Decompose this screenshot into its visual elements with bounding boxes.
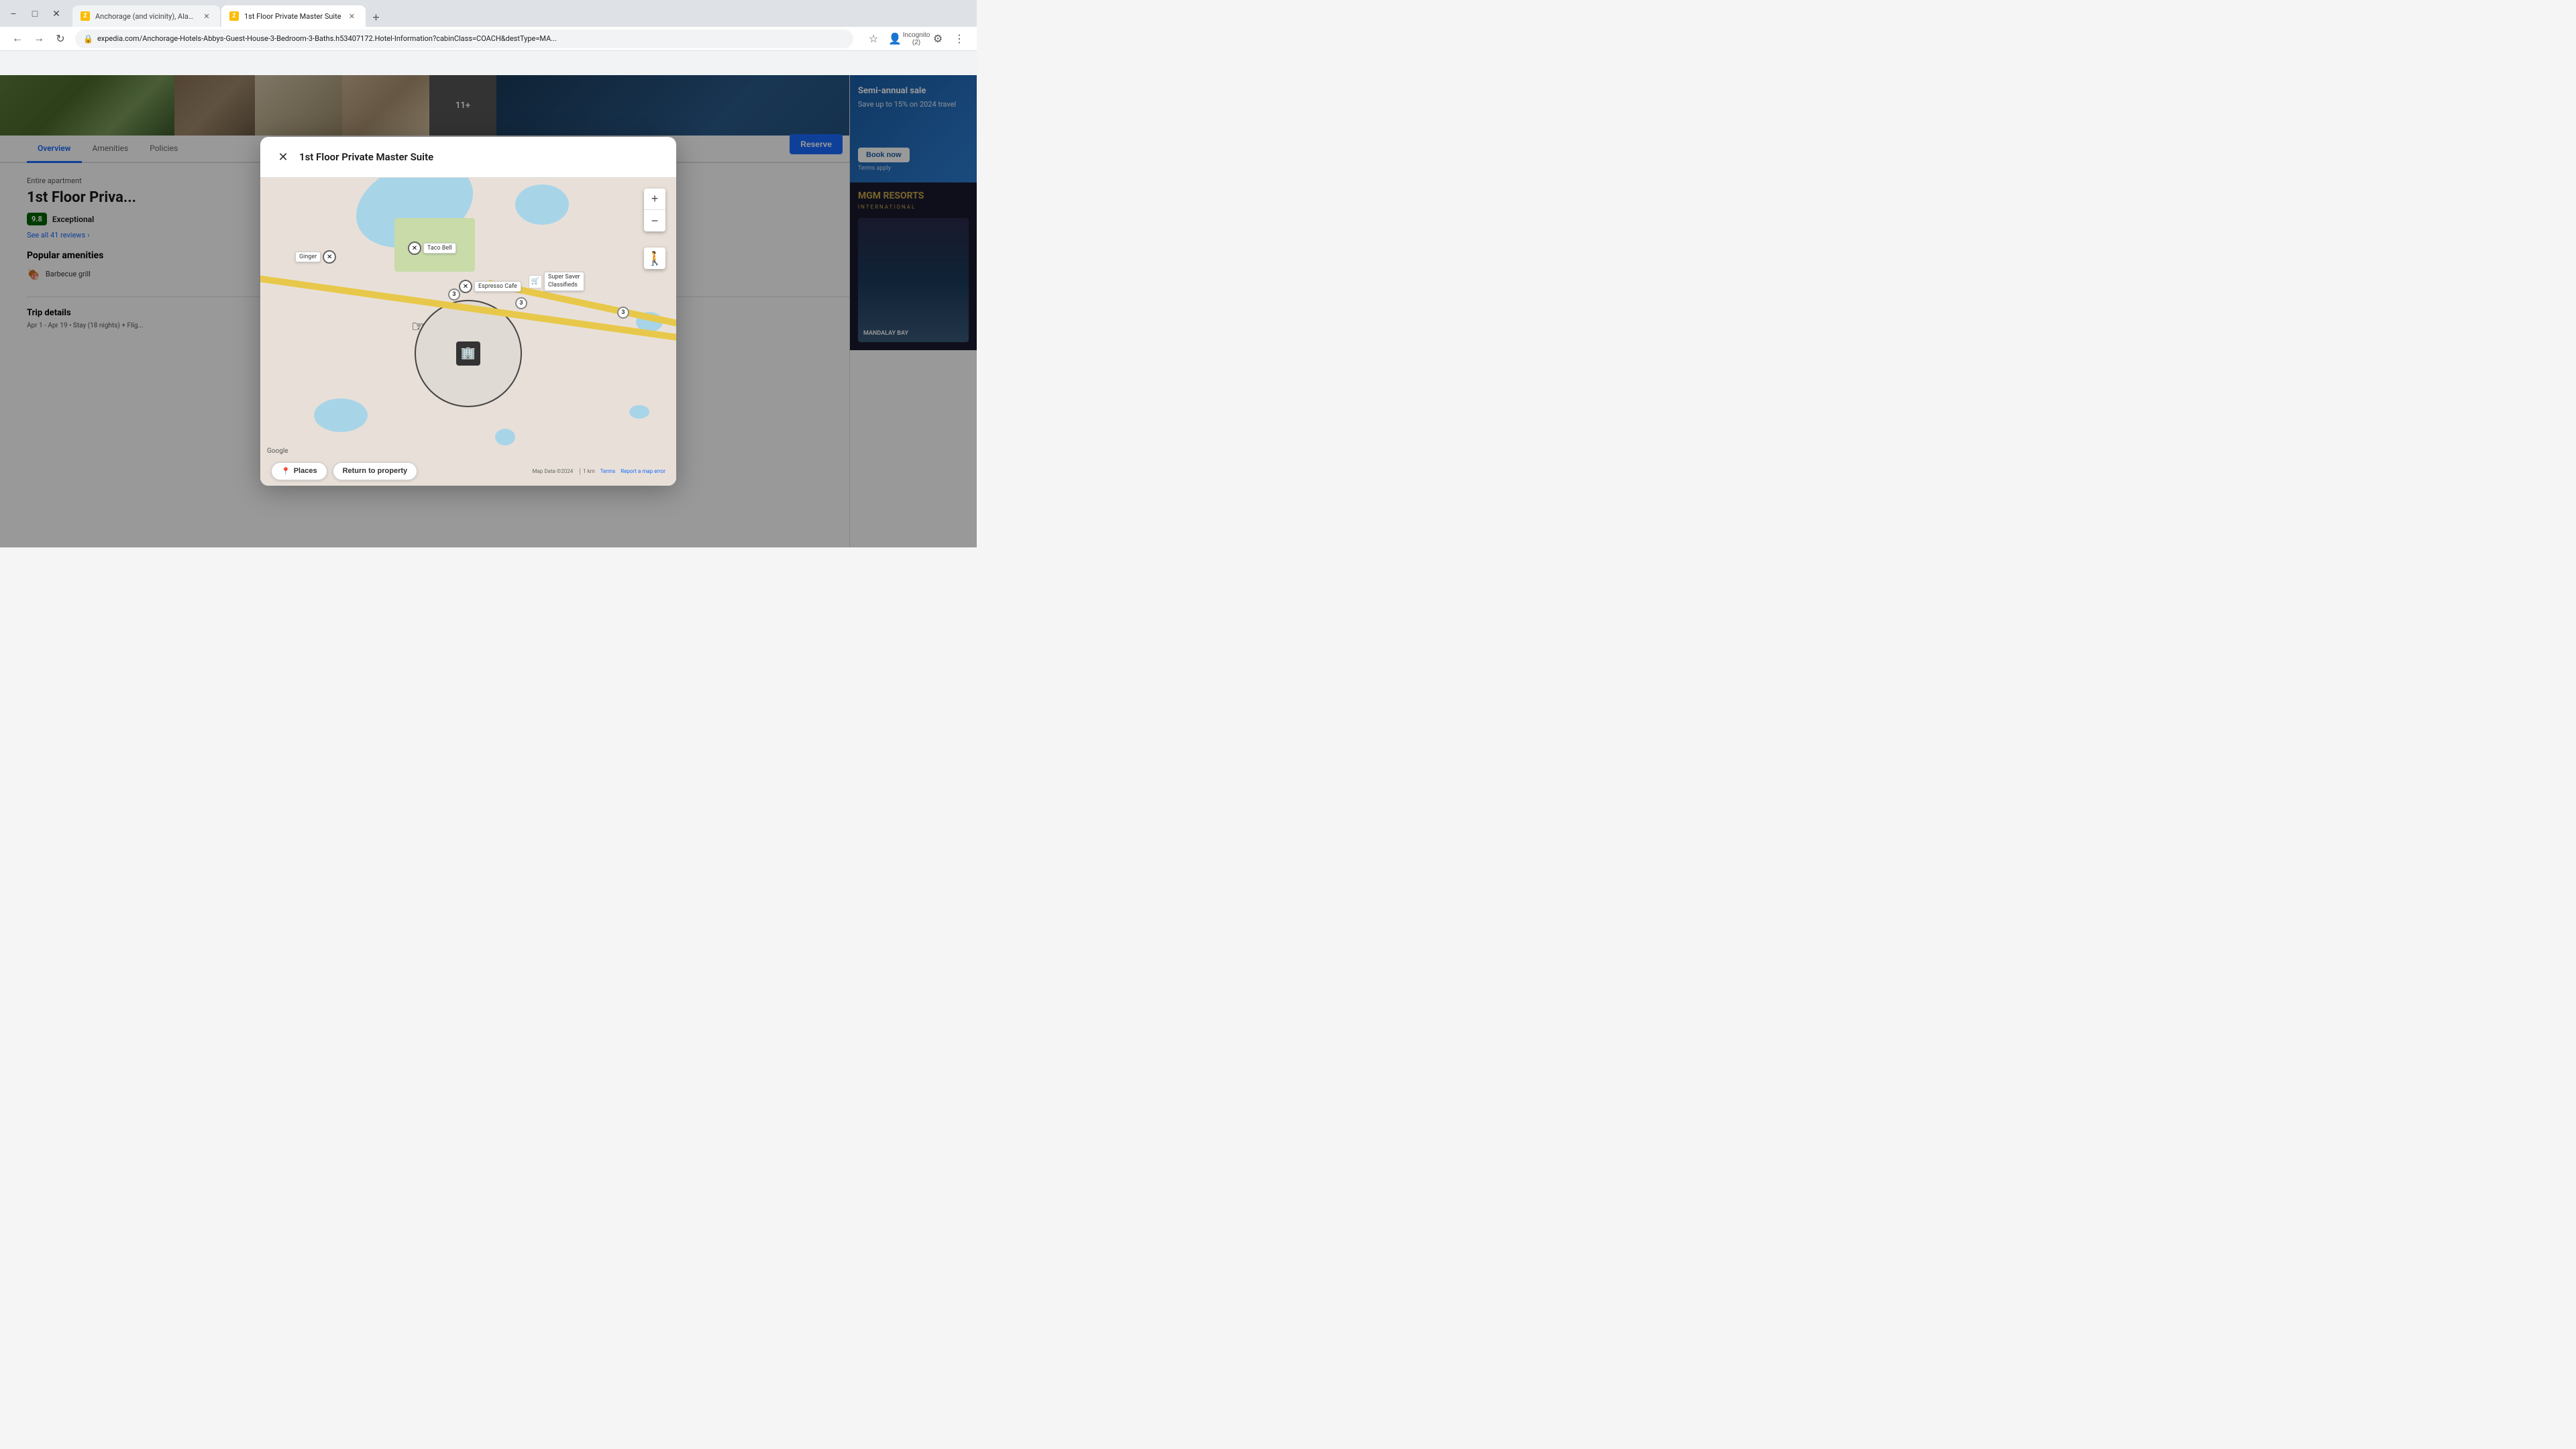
tab-label-anchorage: Anchorage (and vicinity), Alask...: [95, 12, 196, 21]
marker-ginger: Ginger ✕: [295, 250, 336, 264]
marker-super-saver-icon: 🛒: [529, 275, 542, 288]
url-text: expedia.com/Anchorage-Hotels-Abbys-Guest…: [97, 34, 845, 43]
marker-espresso-icon: ✕: [459, 280, 472, 293]
map-attribution: Map Data ©2024 │ 1 km Terms Report a map…: [533, 468, 665, 474]
modal-title: 1st Floor Private Master Suite: [299, 151, 433, 163]
map-zoom-out-button[interactable]: −: [644, 210, 665, 231]
water-area-4: [314, 398, 368, 432]
map-footer: 📍 Places Return to property Map Data ©20…: [260, 456, 676, 486]
water-area-5: [495, 429, 515, 445]
menu-button[interactable]: ⋮: [950, 30, 969, 48]
map-data-label: Map Data ©2024: [533, 468, 574, 474]
marker-taco-bell-icon: ✕: [408, 241, 421, 255]
back-button[interactable]: ←: [8, 30, 27, 48]
modal-map[interactable]: 3 3 3 ✕ Taco Bell Ginger ✕ ✕ Espresso Ca…: [260, 178, 676, 486]
tabs-container: Z Anchorage (and vicinity), Alask... ✕ Z…: [72, 0, 971, 27]
marker-espresso-label: Espresso Cafe: [474, 281, 521, 292]
close-button[interactable]: ✕: [48, 5, 64, 21]
address-bar: ← → ↻ 🔒 expedia.com/Anchorage-Hotels-Abb…: [0, 27, 977, 51]
browser-chrome: − □ ✕ Z Anchorage (and vicinity), Alask.…: [0, 0, 977, 75]
page-content: 11+ Overview Amenities Policies Entire a…: [0, 75, 977, 547]
window-controls: − □ ✕: [5, 5, 64, 21]
tab-favicon-hotel: Z: [229, 11, 239, 21]
map-places-button[interactable]: 📍 Places: [271, 462, 327, 480]
refresh-button[interactable]: ↻: [51, 30, 70, 48]
minimize-button[interactable]: −: [5, 5, 21, 21]
forward-button[interactable]: →: [30, 30, 48, 48]
tab-anchorage[interactable]: Z Anchorage (and vicinity), Alask... ✕: [72, 5, 220, 27]
new-tab-button[interactable]: +: [367, 8, 386, 27]
tab-hotel[interactable]: Z 1st Floor Private Master Suite ✕: [221, 5, 366, 27]
places-pin-icon: 📍: [281, 467, 290, 476]
marker-super-saver: 🛒 Super SaverClassifieds: [529, 272, 584, 291]
marker-espresso: ✕ Espresso Cafe: [459, 280, 521, 293]
marker-taco-bell-label: Taco Bell: [423, 243, 456, 254]
map-return-button[interactable]: Return to property: [333, 462, 418, 480]
map-zoom-in-button[interactable]: +: [644, 189, 665, 210]
bookmark-button[interactable]: ☆: [864, 30, 883, 48]
nav-buttons: ← → ↻: [8, 30, 70, 48]
map-person-button[interactable]: 🚶: [644, 248, 665, 269]
map-scale-indicator: │ 1 km: [578, 468, 595, 474]
route-marker-3b: 3: [515, 297, 527, 309]
title-bar: − □ ✕ Z Anchorage (and vicinity), Alask.…: [0, 0, 977, 27]
browser-actions: ☆ 👤 Incognito (2) ⚙ ⋮: [864, 30, 969, 48]
water-area-2: [515, 184, 569, 225]
tab-label-hotel: 1st Floor Private Master Suite: [244, 12, 341, 21]
incognito-button[interactable]: Incognito (2): [907, 30, 926, 48]
water-area-6: [629, 405, 649, 419]
map-places-label: Places: [294, 467, 317, 475]
property-location-icon: 🏢: [456, 341, 480, 366]
tab-close-hotel[interactable]: ✕: [347, 11, 358, 21]
report-error-link[interactable]: Report a map error: [621, 468, 665, 474]
url-bar[interactable]: 🔒 expedia.com/Anchorage-Hotels-Abbys-Gue…: [75, 30, 853, 48]
profile-button[interactable]: 👤: [885, 30, 904, 48]
marker-taco-bell: ✕ Taco Bell: [408, 241, 456, 255]
terms-link[interactable]: Terms: [600, 468, 615, 474]
marker-ginger-label: Ginger: [295, 252, 321, 262]
map-controls: + −: [644, 189, 665, 231]
modal-overlay[interactable]: ✕ 1st Floor Private Master Suite: [0, 75, 977, 547]
maximize-button[interactable]: □: [27, 5, 43, 21]
modal-close-button[interactable]: ✕: [274, 148, 292, 166]
modal: ✕ 1st Floor Private Master Suite: [260, 137, 676, 486]
route-marker-3c: 3: [617, 307, 629, 319]
marker-super-saver-label: Super SaverClassifieds: [544, 272, 584, 291]
modal-header: ✕ 1st Floor Private Master Suite: [260, 137, 676, 178]
extensions-button[interactable]: ⚙: [928, 30, 947, 48]
url-lock-icon: 🔒: [83, 34, 93, 44]
map-footer-buttons: 📍 Places Return to property: [271, 462, 417, 480]
google-watermark: Google: [267, 447, 288, 455]
tab-close-anchorage[interactable]: ✕: [201, 11, 212, 21]
tab-favicon-anchorage: Z: [80, 11, 90, 21]
marker-ginger-icon: ✕: [323, 250, 336, 264]
